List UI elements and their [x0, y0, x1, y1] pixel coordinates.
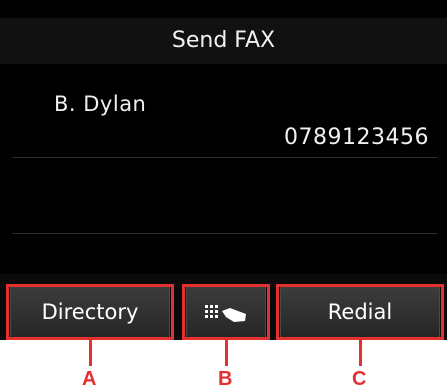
callout-label-b: B	[218, 368, 233, 390]
page-title: Send FAX	[0, 18, 447, 64]
callout-box-c	[276, 284, 444, 340]
callout-line-a	[89, 340, 92, 366]
divider	[12, 157, 437, 158]
divider	[12, 233, 437, 234]
recipient-number[interactable]: 0789123456	[284, 125, 429, 150]
callout-box-a	[6, 284, 174, 340]
callout-label-c: C	[352, 368, 367, 390]
callout-label-a: A	[82, 368, 97, 390]
callout-box-b	[182, 284, 270, 340]
callout-line-c	[359, 340, 362, 366]
recipient-name[interactable]: B. Dylan	[54, 92, 146, 116]
callout-line-b	[225, 340, 228, 366]
